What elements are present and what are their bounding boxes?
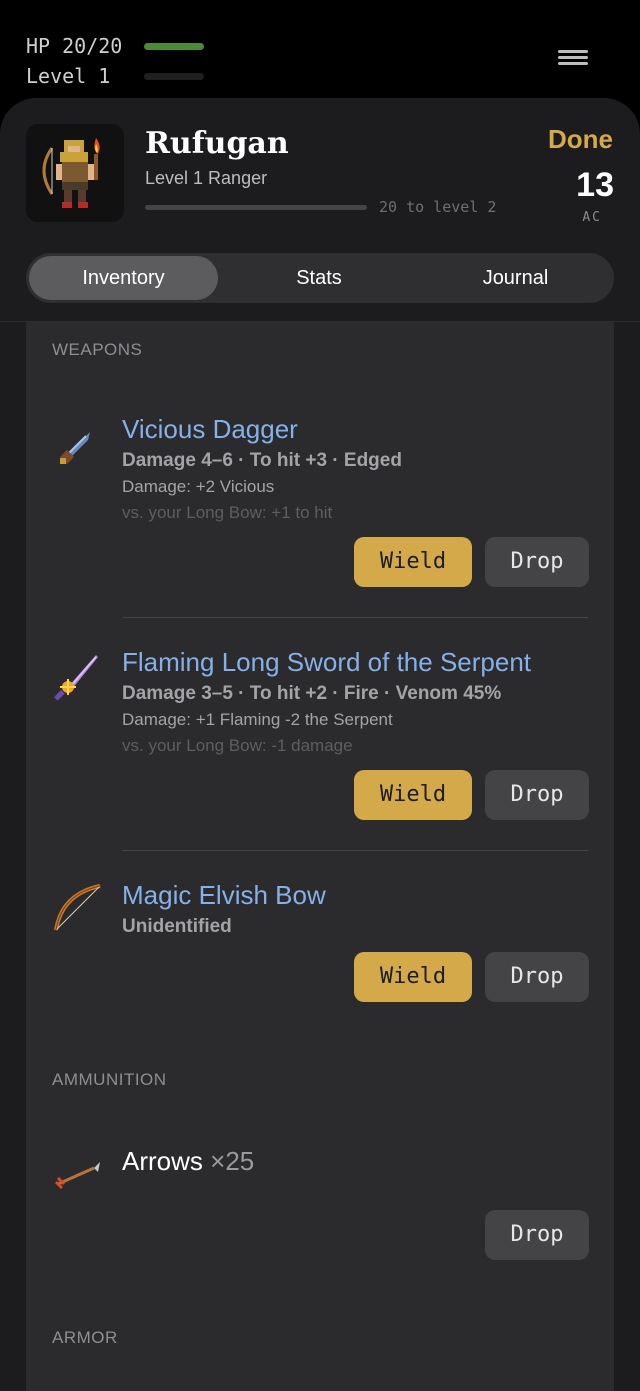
item-stats: Damage 4–6 · To hit +3 · Edged bbox=[122, 450, 402, 471]
item-comparison: vs. your Long Bow: -1 damage bbox=[122, 736, 353, 755]
done-button[interactable]: Done bbox=[548, 124, 613, 155]
section-title-ammunition: AMMUNITION bbox=[52, 1070, 167, 1089]
tab-journal[interactable]: Journal bbox=[420, 256, 611, 300]
character-class: Level 1 Ranger bbox=[145, 168, 268, 188]
level-text: Level 1 bbox=[26, 64, 111, 88]
hp-text: HP 20/20 bbox=[26, 34, 123, 58]
wield-button[interactable]: Wield bbox=[354, 537, 472, 587]
section-title-armor: ARMOR bbox=[52, 1328, 118, 1347]
xp-mini-bar bbox=[144, 73, 204, 80]
item-divider bbox=[122, 850, 588, 851]
wield-button[interactable]: Wield bbox=[354, 770, 472, 820]
item-stats: Damage 3–5 · To hit +2 · Fire · Venom 45… bbox=[122, 683, 502, 704]
menu-button[interactable] bbox=[552, 44, 594, 72]
xp-remaining-text: 20 to level 2 bbox=[379, 198, 497, 216]
arrow-icon bbox=[48, 1144, 108, 1204]
item-name[interactable]: Flaming Long Sword of the Serpent bbox=[122, 647, 531, 678]
armor-class-label: AC bbox=[582, 210, 602, 225]
wield-button[interactable]: Wield bbox=[354, 952, 472, 1002]
tab-bar: Inventory Stats Journal bbox=[26, 253, 614, 303]
section-title-weapons: WEAPONS bbox=[52, 340, 143, 359]
bow-icon bbox=[48, 880, 108, 940]
tab-inventory[interactable]: Inventory bbox=[29, 256, 218, 300]
drop-button[interactable]: Drop bbox=[485, 1210, 589, 1260]
character-sheet: Rufugan Level 1 Ranger 20 to level 2 Don… bbox=[0, 98, 640, 1391]
ammo-name: Arrows bbox=[122, 1146, 203, 1176]
item-damage-bonus: Damage: +1 Flaming -2 the Serpent bbox=[122, 710, 393, 729]
dagger-icon bbox=[48, 414, 108, 474]
drop-button[interactable]: Drop bbox=[485, 952, 589, 1002]
item-name[interactable]: Arrows ×25 bbox=[122, 1146, 254, 1177]
item-damage-bonus: Damage: +2 Vicious bbox=[122, 477, 275, 496]
item-name[interactable]: Vicious Dagger bbox=[122, 414, 298, 445]
hp-bar bbox=[144, 43, 204, 50]
tab-stats[interactable]: Stats bbox=[222, 256, 416, 300]
item-stats: Unidentified bbox=[122, 916, 232, 937]
item-name[interactable]: Magic Elvish Bow bbox=[122, 880, 326, 911]
ranger-avatar-icon bbox=[42, 138, 100, 208]
item-divider bbox=[122, 617, 588, 618]
inventory-panel: WEAPONS Vicious Dagger Damage 4–6 · To h… bbox=[26, 322, 614, 1391]
status-hud: HP 20/20 Level 1 bbox=[0, 0, 640, 110]
xp-progress-bar bbox=[145, 205, 367, 210]
character-portrait bbox=[26, 124, 124, 222]
ammo-quantity: ×25 bbox=[210, 1146, 255, 1176]
item-comparison: vs. your Long Bow: +1 to hit bbox=[122, 503, 333, 522]
character-name: Rufugan bbox=[145, 126, 289, 161]
sword-icon bbox=[48, 647, 108, 707]
drop-button[interactable]: Drop bbox=[485, 770, 589, 820]
armor-class-value: 13 bbox=[576, 166, 614, 204]
drop-button[interactable]: Drop bbox=[485, 537, 589, 587]
hp-bar-fill bbox=[144, 43, 204, 50]
